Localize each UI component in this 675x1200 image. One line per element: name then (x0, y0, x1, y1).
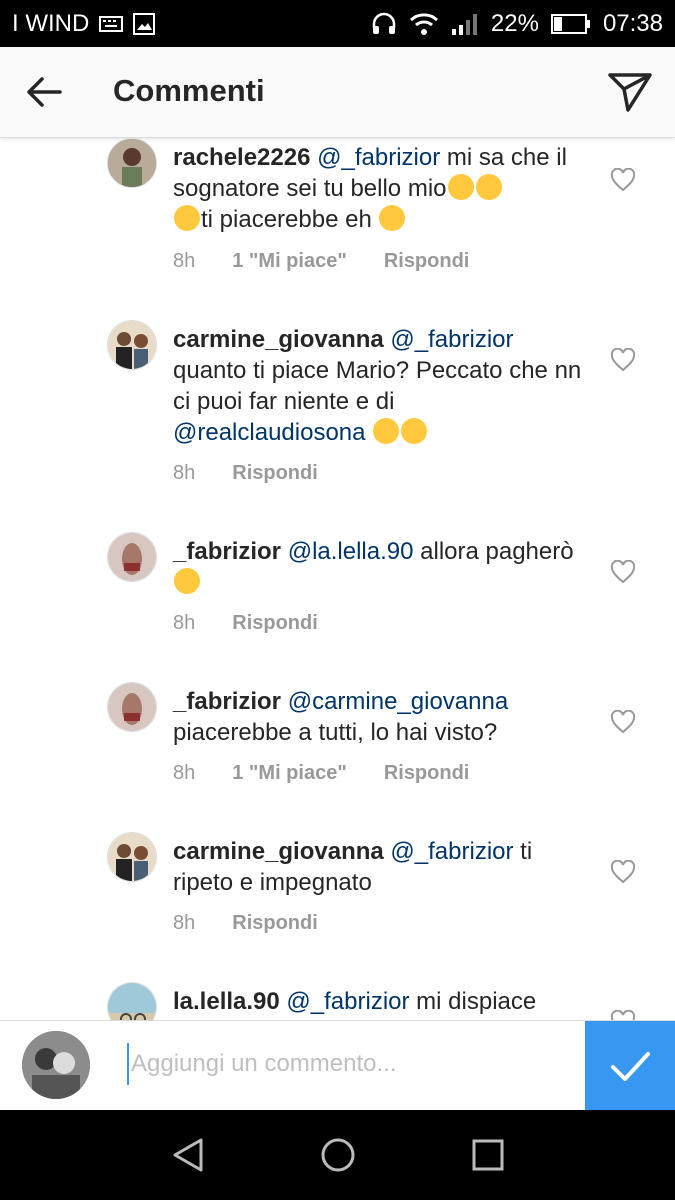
comment-text: carmine_giovanna @_fabrizior quanto ti p… (173, 324, 593, 448)
comment-mention[interactable]: @carmine_giovanna (288, 688, 509, 715)
comment-composer (0, 1020, 675, 1111)
carrier-label: I WIND (12, 10, 90, 37)
signal-icon (451, 12, 479, 36)
reply-button[interactable]: Rispondi (232, 912, 318, 935)
heart-icon[interactable] (610, 709, 636, 734)
heart-icon[interactable] (610, 1009, 636, 1020)
comment-meta: 8h Rispondi (173, 912, 355, 935)
smiling-emoji (174, 568, 200, 594)
reply-button[interactable]: Rispondi (232, 462, 318, 485)
comment-mention[interactable]: @_fabrizior (317, 144, 440, 171)
reply-button[interactable]: Rispondi (384, 250, 470, 273)
smiling-emoji (373, 418, 400, 444)
comment-body: piacerebbe a tutti, lo hai visto? (173, 719, 498, 746)
comment-text: la.lella.90 @_fabrizior mi dispiace (173, 986, 593, 1017)
back-arrow-icon[interactable] (24, 74, 64, 110)
likes-count[interactable]: 1 "Mi piace" (232, 250, 347, 273)
comment-time: 8h (173, 612, 196, 634)
clock: 07:38 (602, 10, 663, 37)
comment-meta: 8h 1 "Mi piace" Rispondi (173, 250, 506, 273)
comment-body: allora pagherò (413, 538, 574, 565)
comment-body: quanto ti piace Mario? Peccato che nn ci… (173, 357, 582, 415)
nav-back-icon[interactable] (168, 1135, 208, 1175)
headphones-icon (371, 12, 397, 36)
direct-send-icon[interactable] (607, 71, 653, 113)
avatar[interactable] (107, 138, 157, 188)
wifi-icon (409, 12, 439, 36)
comment-text: carmine_giovanna @_fabrizior ti ripeto e… (173, 836, 593, 898)
comment-meta: 8h 1 "Mi piace" Rispondi (173, 762, 506, 785)
comment-username[interactable]: carmine_giovanna (173, 838, 384, 865)
comment-item: _fabrizior @carmine_giovanna piacerebbe … (0, 682, 675, 802)
reply-button[interactable]: Rispondi (232, 612, 318, 635)
nav-home-icon[interactable] (318, 1135, 358, 1175)
comment-username[interactable]: rachele2226 (173, 144, 310, 171)
reply-button[interactable]: Rispondi (384, 762, 470, 785)
page-title: Commenti (113, 73, 265, 108)
comment-text: _fabrizior @carmine_giovanna piacerebbe … (173, 686, 593, 748)
heart-icon[interactable] (610, 559, 636, 584)
comment-item: la.lella.90 @_fabrizior mi dispiace (0, 982, 675, 1020)
image-icon (133, 13, 156, 35)
grinning-emoji (447, 174, 474, 200)
comment-item: rachele2226 @_fabrizior mi sa che il sog… (0, 138, 675, 308)
grinning-emoji (174, 205, 200, 231)
status-bar: I WIND 22% 07:38 (0, 0, 675, 47)
keyboard-icon (99, 15, 124, 33)
comment-username[interactable]: la.lella.90 (173, 988, 280, 1015)
checkmark-icon (611, 1052, 650, 1081)
avatar[interactable] (107, 532, 157, 582)
comment-time: 8h (173, 250, 196, 272)
comment-mention[interactable]: @_fabrizior (390, 838, 513, 865)
comment-mention[interactable]: @la.lella.90 (288, 538, 414, 565)
avatar[interactable] (107, 982, 157, 1020)
app-header: Commenti (0, 47, 675, 138)
comment-body-cont: ti piacerebbe eh (201, 206, 372, 233)
comment-item: carmine_giovanna @_fabrizior quanto ti p… (0, 320, 675, 500)
avatar[interactable] (107, 832, 157, 882)
comment-mention[interactable]: @_fabrizior (286, 988, 409, 1015)
comment-item: _fabrizior @la.lella.90 allora pagherò 8… (0, 532, 675, 652)
post-comment-button[interactable] (585, 1021, 675, 1111)
comment-meta: 8h Rispondi (173, 462, 355, 485)
comment-username[interactable]: _fabrizior (173, 538, 281, 565)
nav-recents-icon[interactable] (468, 1135, 508, 1175)
system-nav-bar (0, 1110, 675, 1200)
comment-mention[interactable]: @_fabrizior (390, 326, 513, 353)
comment-username[interactable]: carmine_giovanna (173, 326, 384, 353)
heart-icon[interactable] (610, 167, 636, 192)
avatar (22, 1031, 90, 1099)
grinning-emoji (475, 174, 502, 200)
comment-body: mi dispiace (409, 988, 537, 1015)
avatar[interactable] (107, 320, 157, 370)
comment-input[interactable] (127, 1043, 583, 1085)
comment-item: carmine_giovanna @_fabrizior ti ripeto e… (0, 832, 675, 952)
battery-icon (550, 13, 591, 35)
comment-time: 8h (173, 912, 196, 934)
winking-emoji (379, 205, 406, 231)
kissing-emoji (401, 418, 428, 444)
likes-count[interactable]: 1 "Mi piace" (232, 762, 347, 785)
comment-meta: 8h Rispondi (173, 612, 355, 635)
heart-icon[interactable] (610, 347, 636, 372)
heart-icon[interactable] (610, 859, 636, 884)
battery-percent: 22% (490, 10, 539, 37)
comment-username[interactable]: _fabrizior (173, 688, 281, 715)
comment-text: rachele2226 @_fabrizior mi sa che il sog… (173, 142, 593, 235)
comment-time: 8h (173, 462, 196, 484)
avatar[interactable] (107, 682, 157, 732)
comments-list[interactable]: rachele2226 @_fabrizior mi sa che il sog… (0, 138, 675, 1020)
comment-time: 8h (173, 762, 196, 784)
comment-text: _fabrizior @la.lella.90 allora pagherò (173, 536, 593, 598)
comment-mention[interactable]: @realclaudiosona (173, 419, 365, 446)
